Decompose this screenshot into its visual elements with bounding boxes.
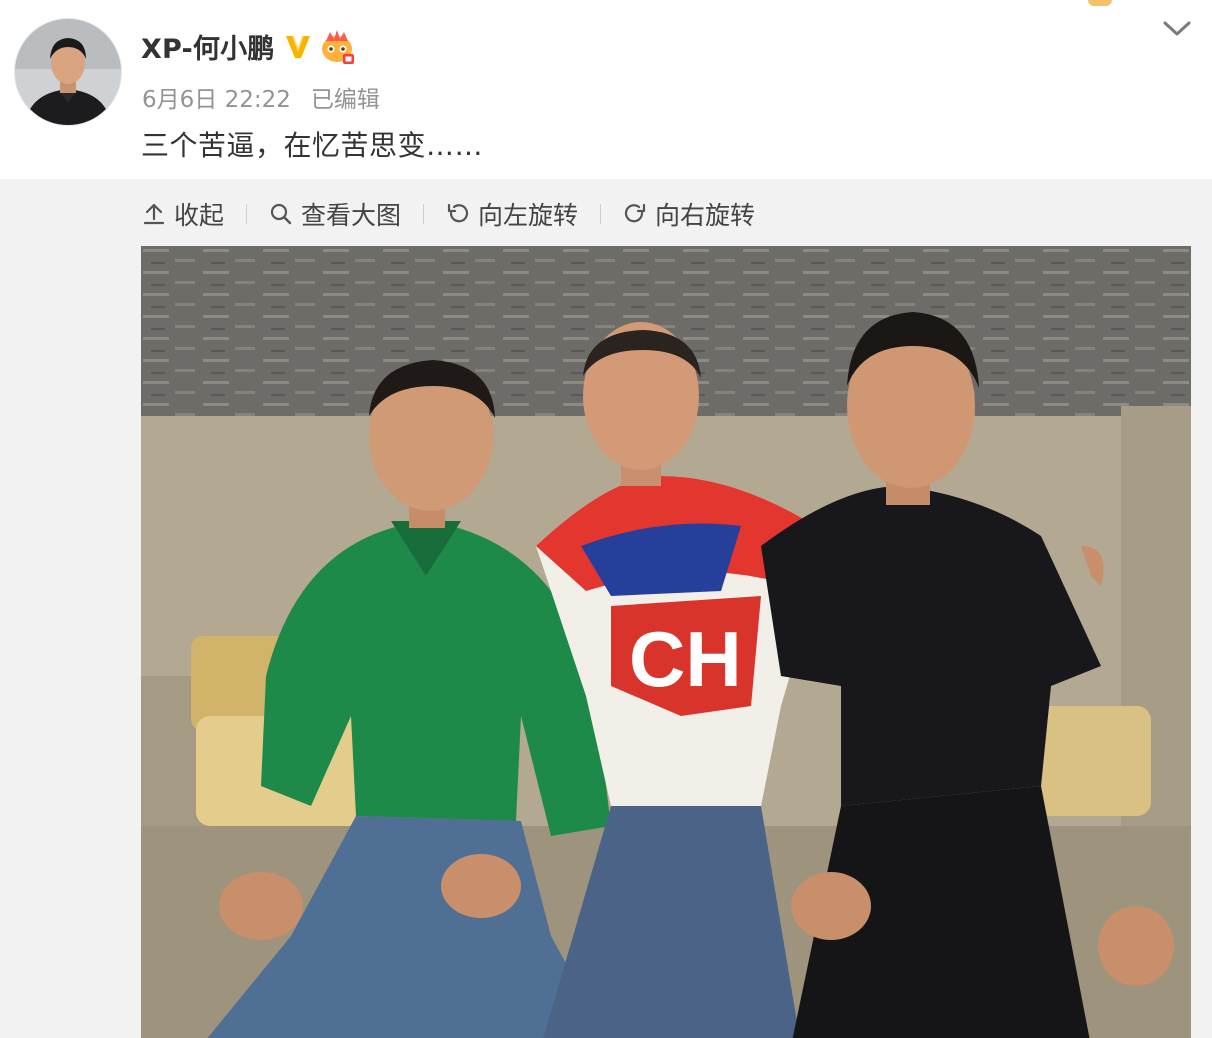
avatar-image — [15, 19, 121, 125]
corner-decoration — [1088, 0, 1112, 6]
collapse-button[interactable]: 收起 — [142, 196, 224, 232]
rotate-left-button[interactable]: 向左旋转 — [446, 196, 578, 232]
author-row: XP-何小鹏 — [141, 24, 357, 68]
upload-arrow-icon — [143, 203, 165, 225]
edited-label[interactable]: 已编辑 — [311, 80, 380, 114]
toolbar-divider — [600, 204, 602, 224]
photo-illustration: CH — [141, 246, 1191, 1038]
post-meta: 6月6日 22:22 已编辑 — [142, 80, 380, 114]
media-panel: 收起 查看大图 向左旋转 向右旋转 CH — [0, 179, 1212, 1038]
post-content: 三个苦逼，在忆苦思变…… — [141, 129, 484, 162]
post-timestamp[interactable]: 6月6日 22:22 — [142, 80, 291, 114]
rotate-right-label: 向右旋转 — [655, 201, 756, 230]
avatar[interactable] — [14, 18, 122, 126]
rotate-right-icon — [624, 203, 646, 223]
weibo-post: XP-何小鹏 6月6日 22:22 已编辑 三个苦逼，在忆苦思变…… 收起 查看… — [0, 0, 1212, 1038]
search-icon — [270, 203, 292, 225]
chevron-down-icon[interactable] — [1160, 14, 1194, 44]
rotate-left-label: 向左旋转 — [478, 201, 579, 230]
post-photo[interactable]: CH — [141, 246, 1191, 1038]
toolbar-divider — [423, 204, 425, 224]
toolbar-divider — [246, 204, 248, 224]
vip-crown-icon[interactable] — [317, 27, 357, 65]
author-name[interactable]: XP-何小鹏 — [141, 27, 275, 66]
rotate-left-icon — [447, 203, 469, 223]
shirt-text: CH — [629, 615, 742, 703]
view-large-button[interactable]: 查看大图 — [269, 196, 401, 232]
collapse-label: 收起 — [174, 201, 225, 230]
verified-v-icon[interactable] — [283, 31, 313, 61]
image-toolbar: 收起 查看大图 向左旋转 向右旋转 — [142, 194, 755, 234]
rotate-right-button[interactable]: 向右旋转 — [623, 196, 755, 232]
view-large-label: 查看大图 — [301, 201, 402, 230]
